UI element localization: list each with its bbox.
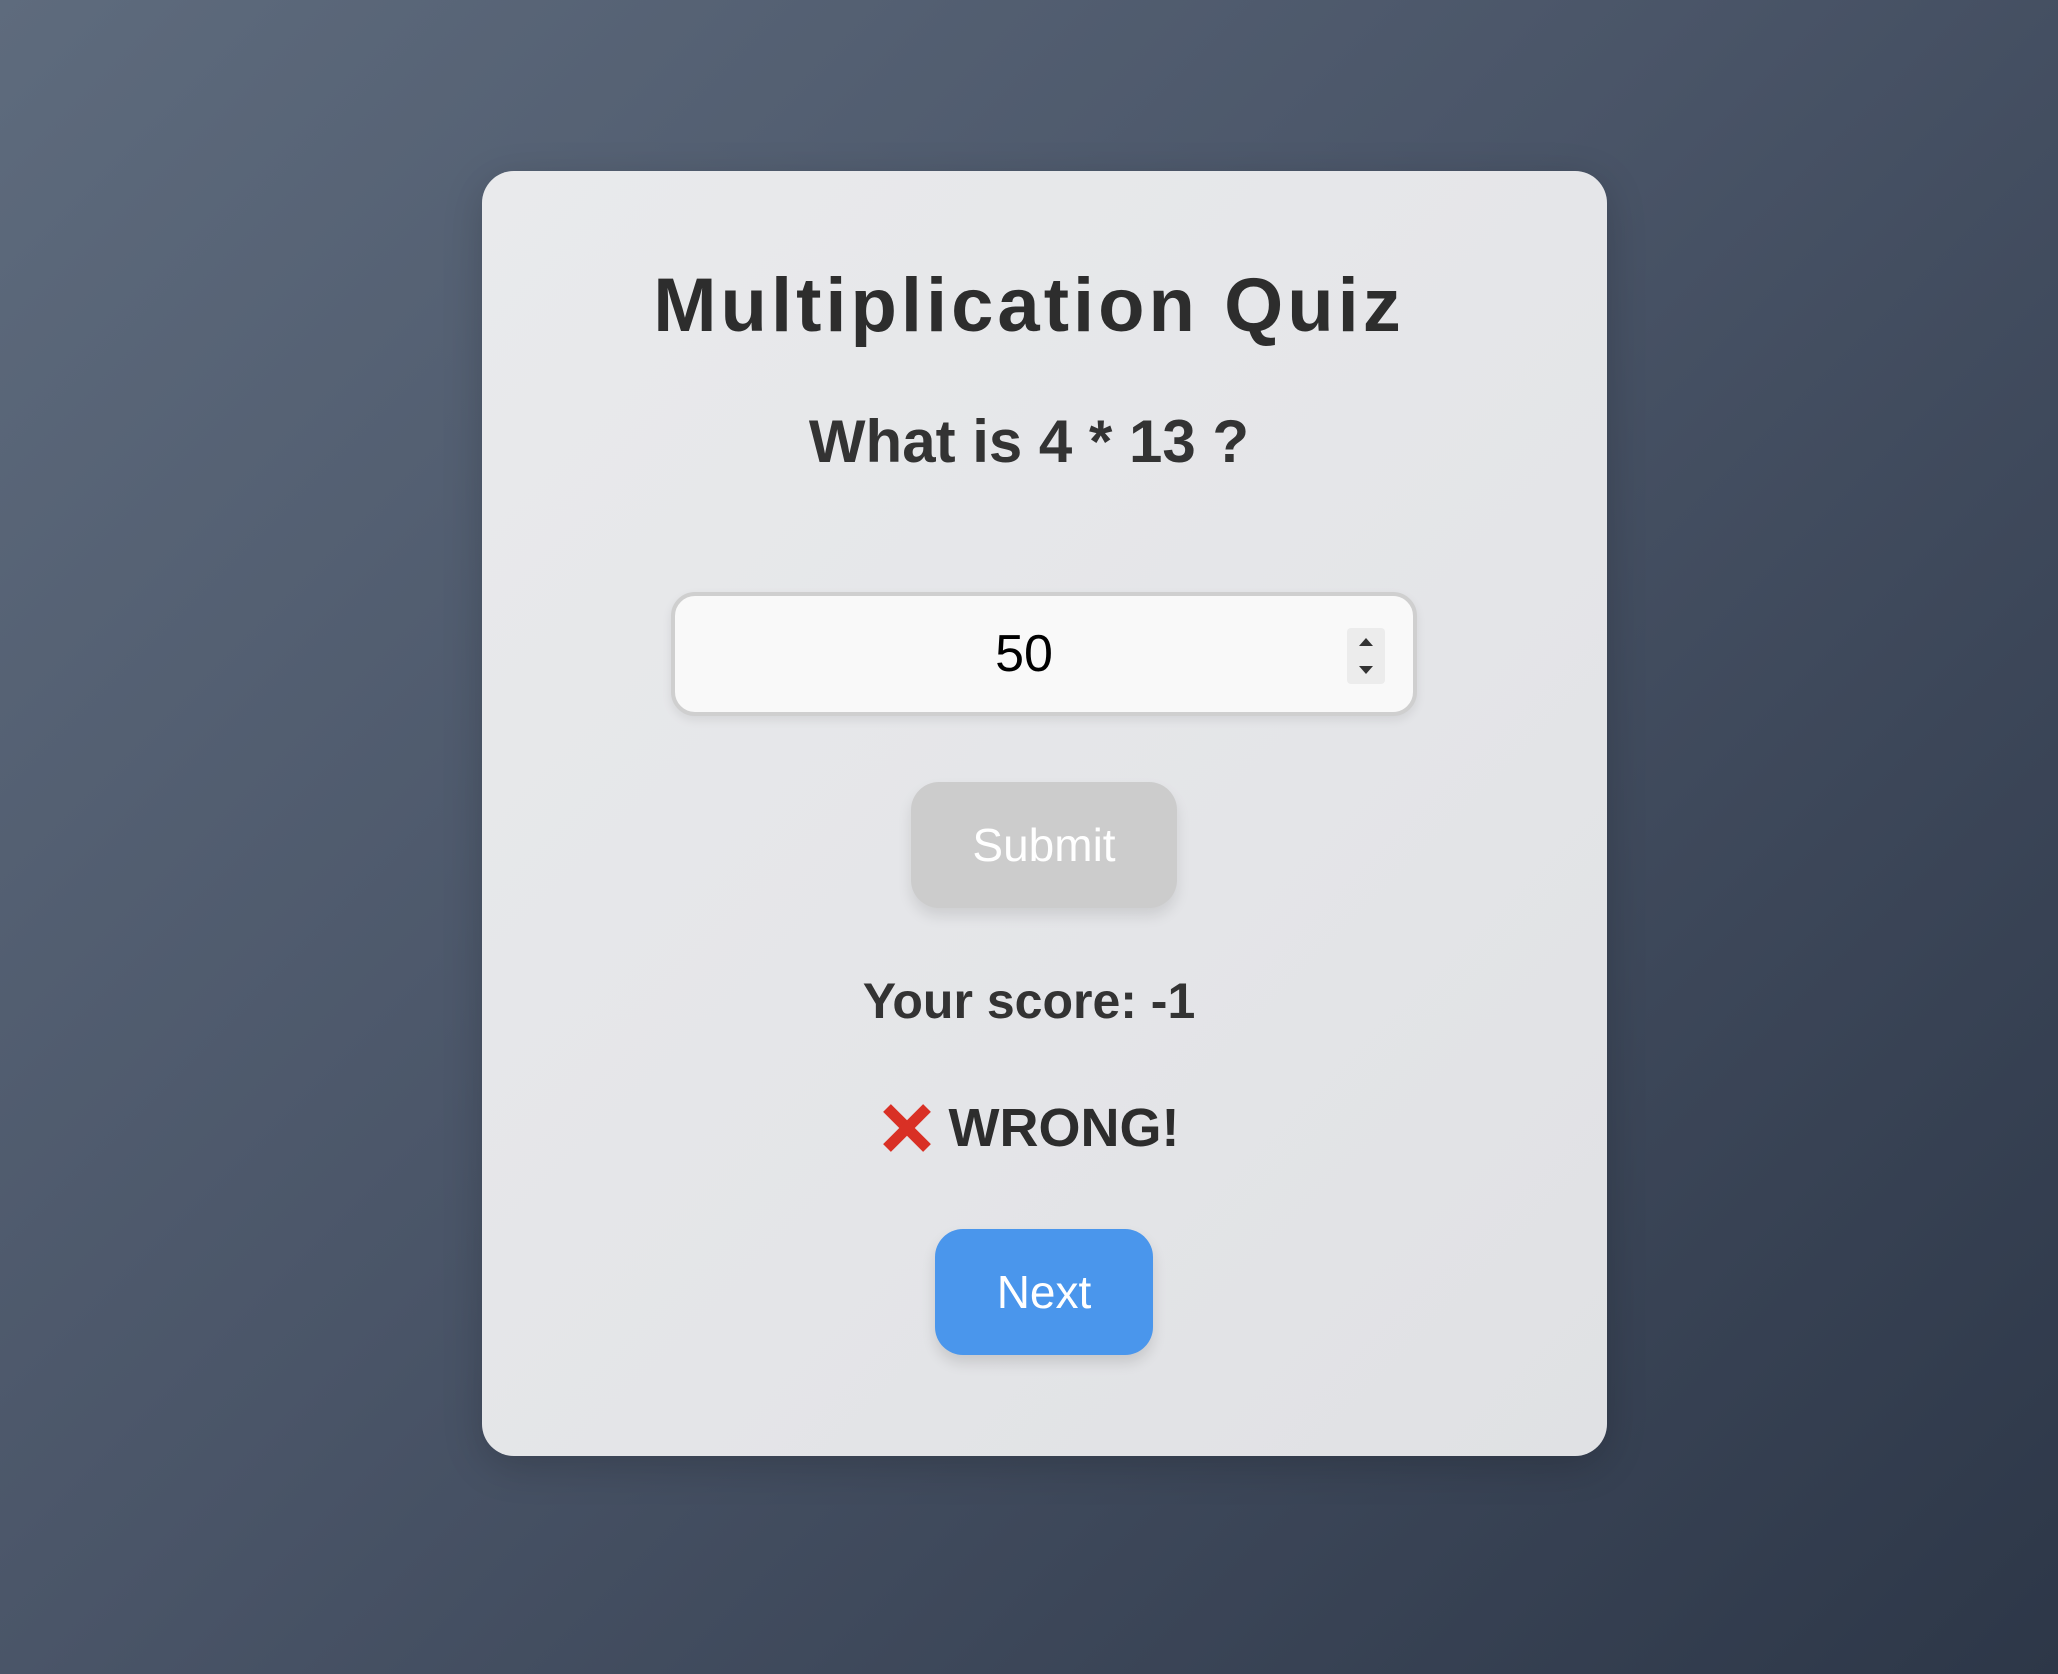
caret-down-icon[interactable] [1347,656,1385,684]
page-title: Multiplication Quiz [653,263,1405,348]
question-text: What is 4 * 13 ? [808,408,1250,475]
cross-mark-icon [879,1100,935,1156]
number-spinner[interactable] [1347,628,1385,684]
feedback-label: WRONG! [948,1098,1180,1158]
feedback-message: WRONG! [0,1100,2058,1156]
next-button[interactable]: Next [935,1229,1153,1355]
answer-input[interactable] [675,596,1413,712]
caret-up-icon[interactable] [1347,628,1385,656]
score-text: Your score: -1 [862,973,1196,1029]
submit-button[interactable]: Submit [911,782,1177,908]
answer-field-container [671,592,1417,716]
